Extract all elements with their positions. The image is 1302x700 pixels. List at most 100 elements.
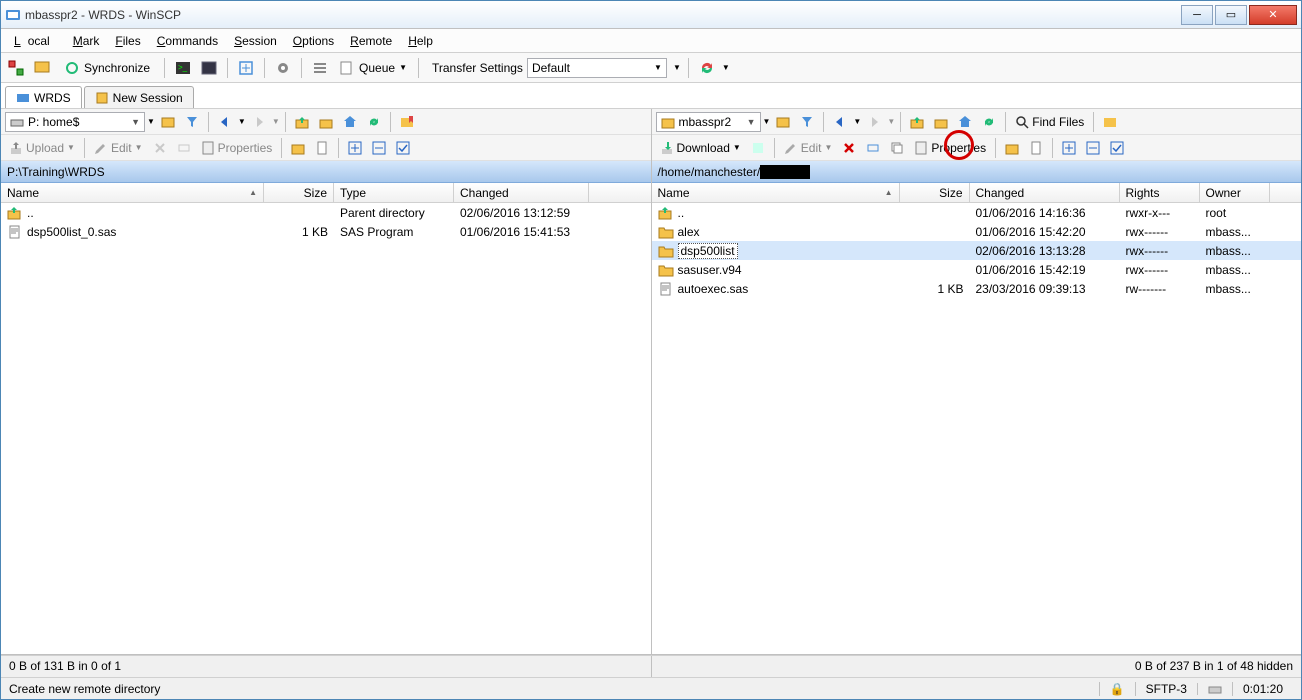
- up-icon: [658, 206, 674, 220]
- console-icon[interactable]: >_: [172, 57, 194, 79]
- local-newfolder-icon[interactable]: [287, 137, 309, 159]
- menu-help[interactable]: Help: [401, 31, 440, 51]
- local-upload-button[interactable]: Upload▼: [5, 139, 79, 157]
- table-row[interactable]: dsp500list_0.sas1 KBSAS Program01/06/201…: [1, 222, 651, 241]
- remote-col-size[interactable]: Size: [900, 183, 970, 202]
- remote-check-icon[interactable]: [1106, 137, 1128, 159]
- rename-input[interactable]: dsp500list: [678, 243, 738, 259]
- remote-edit-button[interactable]: Edit▼: [780, 139, 837, 157]
- local-minus-icon[interactable]: [368, 137, 390, 159]
- reconnect-icon[interactable]: [696, 57, 718, 79]
- local-plus-icon[interactable]: [344, 137, 366, 159]
- remote-download2-icon[interactable]: [747, 137, 769, 159]
- remote-root-icon[interactable]: [930, 111, 952, 133]
- remote-minus-icon[interactable]: [1082, 137, 1104, 159]
- remote-file-list[interactable]: ..01/06/2016 14:16:36rwxr-x---rootalex01…: [652, 203, 1302, 654]
- menu-remote[interactable]: Remote: [343, 31, 399, 51]
- remote-status-left: 0 B of 237 B in 1 of 4: [660, 659, 1247, 674]
- queue-list-icon[interactable]: [309, 57, 331, 79]
- local-drive-select[interactable]: P: home$ ▼: [5, 112, 145, 132]
- local-file-list[interactable]: ..Parent directory02/06/2016 13:12:59dsp…: [1, 203, 651, 654]
- local-refresh-icon[interactable]: [363, 111, 385, 133]
- local-col-changed[interactable]: Changed: [454, 183, 589, 202]
- close-button[interactable]: ✕: [1249, 5, 1297, 25]
- queue-button[interactable]: Queue ▼: [335, 58, 411, 78]
- remote-newfile-icon[interactable]: [1025, 137, 1047, 159]
- menu-commands[interactable]: Commands: [150, 31, 225, 51]
- local-back-icon[interactable]: [214, 111, 236, 133]
- local-col-size[interactable]: Size: [264, 183, 334, 202]
- local-forward-icon[interactable]: [248, 111, 270, 133]
- maximize-button[interactable]: ▭: [1215, 5, 1247, 25]
- local-rename-icon[interactable]: [173, 137, 195, 159]
- menu-files[interactable]: Files: [108, 31, 147, 51]
- remote-filter-icon[interactable]: [796, 111, 818, 133]
- remote-col-owner[interactable]: Owner: [1200, 183, 1270, 202]
- remote-col-name[interactable]: Name▲: [652, 183, 900, 202]
- sync-browse-icon[interactable]: [31, 57, 53, 79]
- remote-col-changed[interactable]: Changed: [970, 183, 1120, 202]
- menu-session[interactable]: Session: [227, 31, 284, 51]
- local-open-folder-icon[interactable]: [157, 111, 179, 133]
- transfer-settings-select[interactable]: Default ▼: [527, 58, 667, 78]
- remote-delete-icon[interactable]: [838, 137, 860, 159]
- session-tab-active[interactable]: WRDS: [5, 86, 82, 108]
- local-col-type[interactable]: Type: [334, 183, 454, 202]
- svg-text:>_: >_: [178, 63, 188, 72]
- remote-parent-icon[interactable]: [906, 111, 928, 133]
- table-row[interactable]: alex01/06/2016 15:42:20rwx------mbass...: [652, 222, 1302, 241]
- remote-properties-button[interactable]: Properties: [910, 139, 990, 157]
- remote-rename-icon[interactable]: [862, 137, 884, 159]
- table-row[interactable]: autoexec.sas1 KB23/03/2016 09:39:13rw---…: [652, 279, 1302, 298]
- remote-col-rights[interactable]: Rights: [1120, 183, 1200, 202]
- remote-drive-select[interactable]: mbasspr2 ▼: [656, 112, 761, 132]
- putty-icon[interactable]: [198, 57, 220, 79]
- table-row[interactable]: sasuser.v9401/06/2016 15:42:19rwx------m…: [652, 260, 1302, 279]
- local-home-icon[interactable]: [339, 111, 361, 133]
- status-message: Create new remote directory: [9, 682, 1099, 696]
- remote-path-bar: /home/manchester/: [652, 161, 1302, 183]
- find-files-button[interactable]: Find Files: [1011, 113, 1088, 131]
- remote-dup-icon[interactable]: [886, 137, 908, 159]
- local-delete-icon[interactable]: [149, 137, 171, 159]
- remote-plus-icon[interactable]: [1058, 137, 1080, 159]
- remote-refresh-icon[interactable]: [978, 111, 1000, 133]
- local-col-name[interactable]: Name▲: [1, 183, 264, 202]
- remote-open-folder-icon[interactable]: [772, 111, 794, 133]
- preferences-icon[interactable]: [272, 57, 294, 79]
- local-check-icon[interactable]: [392, 137, 414, 159]
- local-nav-toolbar: P: home$ ▼ ▼ ▼ ▼: [1, 109, 651, 135]
- menu-mark[interactable]: Mark: [66, 31, 107, 51]
- table-row[interactable]: ..Parent directory02/06/2016 13:12:59: [1, 203, 651, 222]
- local-newfile-icon[interactable]: [311, 137, 333, 159]
- local-parent-icon[interactable]: [291, 111, 313, 133]
- new-session-tab[interactable]: New Session: [84, 86, 194, 108]
- menu-options[interactable]: Options: [286, 31, 341, 51]
- table-row[interactable]: ..01/06/2016 14:16:36rwxr-x---root: [652, 203, 1302, 222]
- remote-home-icon[interactable]: [954, 111, 976, 133]
- table-row[interactable]: dsp500list02/06/2016 13:13:28rwx------mb…: [652, 241, 1302, 260]
- remote-newfolder-icon[interactable]: [1001, 137, 1023, 159]
- window-title: mbasspr2 - WRDS - WinSCP: [25, 8, 1179, 22]
- folder-icon: [658, 244, 674, 258]
- folder-icon: [658, 225, 674, 239]
- statusbar: Create new remote directory 🔒 SFTP-3 0:0…: [1, 677, 1301, 699]
- compare-icon[interactable]: [5, 57, 27, 79]
- remote-action-toolbar: Download▼ Edit▼ Properties: [652, 135, 1302, 161]
- local-filter-icon[interactable]: [181, 111, 203, 133]
- local-edit-button[interactable]: Edit▼: [90, 139, 147, 157]
- download-button[interactable]: Download▼: [656, 139, 745, 157]
- synchronize-button[interactable]: Synchronize: [57, 57, 157, 79]
- titlebar: mbasspr2 - WRDS - WinSCP ─ ▭ ✕: [1, 1, 1301, 29]
- new-window-icon[interactable]: [235, 57, 257, 79]
- local-properties-button[interactable]: Properties: [197, 139, 277, 157]
- menubar: Local Mark Files Commands Session Option…: [1, 29, 1301, 53]
- remote-forward-icon[interactable]: [863, 111, 885, 133]
- minimize-button[interactable]: ─: [1181, 5, 1213, 25]
- remote-bookmark-icon[interactable]: [1099, 111, 1121, 133]
- remote-back-icon[interactable]: [829, 111, 851, 133]
- menu-local[interactable]: Local: [7, 31, 64, 51]
- redacted-path: [760, 165, 810, 179]
- local-root-icon[interactable]: [315, 111, 337, 133]
- local-bookmark-icon[interactable]: [396, 111, 418, 133]
